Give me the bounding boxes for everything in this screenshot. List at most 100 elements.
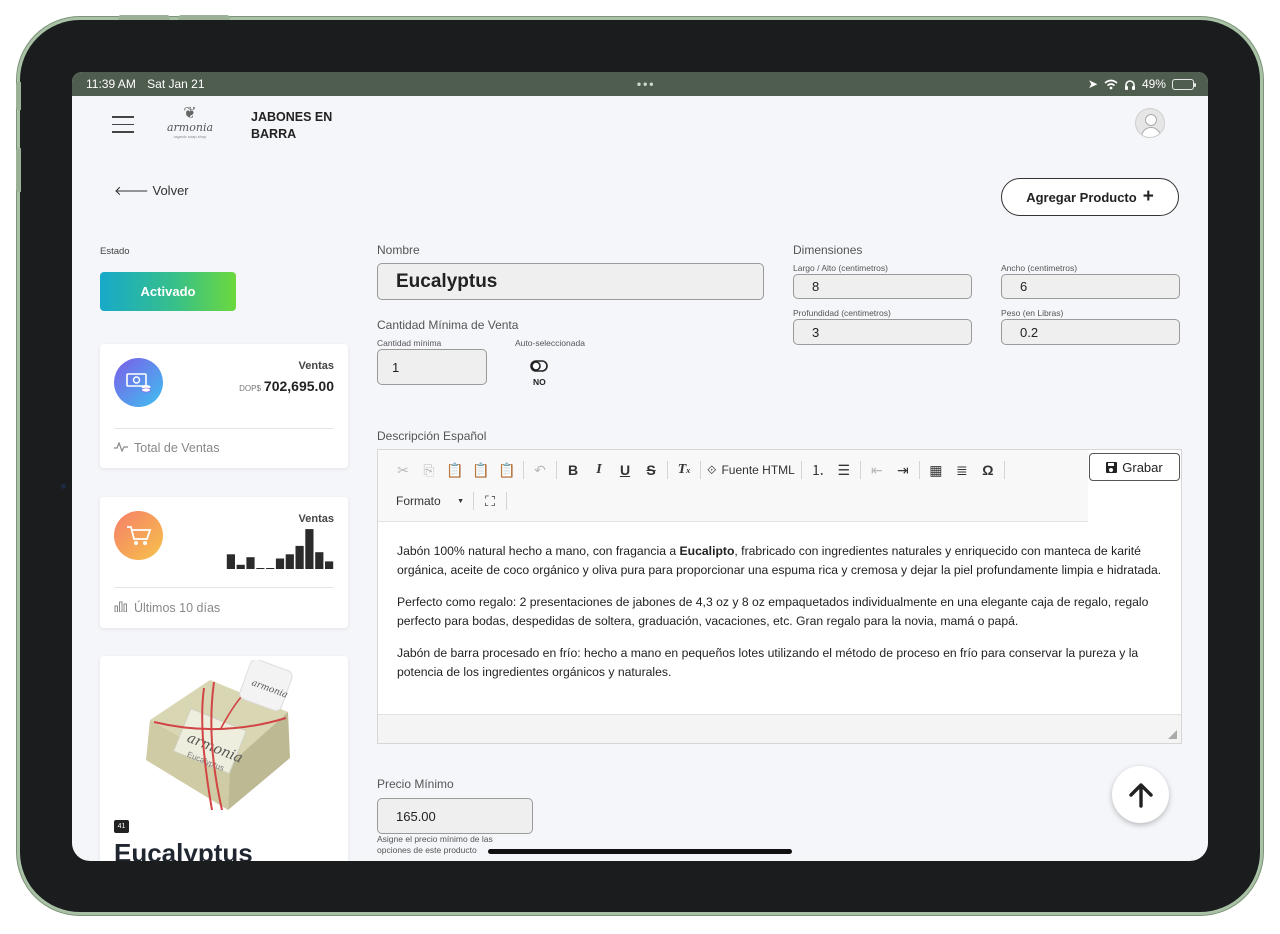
- sales-amount: DOP$ 702,695.00: [239, 378, 334, 394]
- numbered-list-icon[interactable]: ⒈: [805, 458, 831, 482]
- horizontal-line-icon[interactable]: ≣: [949, 458, 975, 482]
- nombre-label: Nombre: [377, 243, 420, 257]
- grabar-button[interactable]: Grabar: [1089, 453, 1180, 481]
- bulleted-list-icon[interactable]: ☰: [831, 458, 857, 482]
- nombre-input[interactable]: Eucalyptus: [377, 263, 764, 300]
- home-indicator[interactable]: [488, 849, 792, 854]
- resize-handle[interactable]: [1168, 730, 1177, 739]
- cantidad-min-input[interactable]: 1: [377, 349, 487, 385]
- dimensiones-label: Dimensiones: [793, 243, 863, 257]
- remove-format-icon[interactable]: Tx: [671, 458, 697, 482]
- multitasking-dots-icon[interactable]: •••: [637, 77, 656, 91]
- estado-label: Estado: [100, 246, 130, 257]
- bar-chart-icon: [114, 600, 128, 615]
- description-paragraph: Jabón 100% natural hecho a mano, con fra…: [397, 544, 1162, 578]
- sales-bar: [325, 561, 334, 569]
- cut-icon[interactable]: ✂: [390, 458, 416, 482]
- maximize-icon[interactable]: ⛶: [477, 489, 503, 513]
- undo-icon[interactable]: ↶: [527, 458, 553, 482]
- pulse-icon: [114, 441, 128, 455]
- leaf-icon: ❦: [183, 105, 197, 122]
- paste-word-icon[interactable]: 📋: [494, 458, 520, 482]
- status-date: Sat Jan 21: [147, 77, 205, 91]
- indent-icon[interactable]: ⇥: [890, 458, 916, 482]
- format-select[interactable]: Formato ▼: [390, 490, 470, 512]
- auto-value: NO: [533, 377, 546, 387]
- save-icon: [1106, 461, 1118, 473]
- sales-bar: [266, 568, 275, 569]
- description-paragraph: Perfecto como regalo: 2 presentaciones d…: [397, 594, 1149, 629]
- sales-bar: [246, 557, 255, 569]
- sales-bar: [226, 554, 235, 569]
- sales-label: Ventas: [298, 513, 334, 525]
- app-header: ❦ armonia organic soap shop JABONES EN B…: [72, 96, 1208, 156]
- descripcion-label: Descripción Español: [377, 429, 487, 443]
- copy-icon[interactable]: ⎘: [416, 458, 442, 482]
- toggle-icon[interactable]: [530, 359, 550, 373]
- product-image: armonia Eucalyptus armonia: [146, 660, 293, 810]
- product-card[interactable]: armonia Eucalyptus armonia 41 Eucalyptus: [100, 656, 348, 861]
- status-bar: 11:39 AM Sat Jan 21 ••• ➤ 49%: [72, 72, 1208, 96]
- scroll-top-button[interactable]: [1112, 766, 1169, 823]
- peso-label: Peso (en Libras): [1001, 308, 1064, 318]
- sales-total-footer: Total de Ventas: [134, 441, 220, 455]
- peso-input[interactable]: 0.2: [1001, 319, 1180, 345]
- avatar[interactable]: [1135, 108, 1165, 138]
- camera-dot: [61, 484, 66, 489]
- arrow-up-icon: [1128, 782, 1153, 808]
- screen: 11:39 AM Sat Jan 21 ••• ➤ 49% ❦ armonia …: [72, 72, 1208, 861]
- plus-icon: +: [1142, 186, 1154, 207]
- paste-icon[interactable]: 📋: [442, 458, 468, 482]
- battery-icon: [1171, 78, 1196, 90]
- hardware-button: [16, 82, 21, 110]
- sales-recent-footer: Últimos 10 días: [134, 600, 221, 615]
- sales-bar: [315, 552, 324, 569]
- precio-input[interactable]: 165.00: [377, 798, 533, 834]
- rich-text-editor[interactable]: ✂ ⎘ 📋 📋 📋 ↶ B I U S Tx ⟐ Fuente HTML ⒈ ☰…: [377, 449, 1182, 744]
- caret-down-icon: ▼: [457, 497, 464, 505]
- sales-label: Ventas: [298, 360, 334, 372]
- money-icon: [114, 358, 163, 407]
- strikethrough-icon[interactable]: S: [638, 458, 664, 482]
- arrow-left-icon: 🡐: [114, 183, 149, 198]
- editor-toolbar: ✂ ⎘ 📋 📋 📋 ↶ B I U S Tx ⟐ Fuente HTML ⒈ ☰…: [378, 450, 1088, 522]
- largo-label: Largo / Alto (centimetros): [793, 263, 888, 273]
- source-icon: ⟐: [707, 462, 717, 477]
- table-icon[interactable]: ▦: [923, 458, 949, 482]
- bold-icon[interactable]: B: [560, 458, 586, 482]
- sales-bar: [285, 554, 294, 569]
- battery-percent: 49%: [1141, 77, 1166, 91]
- page-title: JABONES EN BARRA: [251, 110, 333, 141]
- ancho-label: Ancho (centimetros): [1001, 263, 1078, 273]
- profundidad-input[interactable]: 3: [793, 319, 972, 345]
- editor-content[interactable]: Jabón 100% natural hecho a mano, con fra…: [397, 542, 1169, 694]
- profundidad-label: Profundidad (centimetros): [793, 308, 891, 318]
- description-paragraph: Jabón de barra procesado en frío: hecho …: [397, 645, 1139, 680]
- product-badge: 41: [114, 820, 129, 833]
- location-icon: ➤: [1087, 77, 1098, 91]
- wifi-icon: [1104, 79, 1118, 89]
- hardware-button: [178, 15, 230, 20]
- outdent-icon[interactable]: ⇤: [864, 458, 890, 482]
- source-html-button[interactable]: ⟐ Fuente HTML: [704, 458, 798, 482]
- add-product-button[interactable]: Agregar Producto +: [1001, 178, 1179, 216]
- italic-icon[interactable]: I: [586, 458, 612, 482]
- back-link[interactable]: 🡐 Volver: [114, 183, 189, 199]
- menu-icon[interactable]: [112, 116, 134, 134]
- sales-bar: [295, 545, 304, 569]
- ancho-input[interactable]: 6: [1001, 274, 1180, 299]
- sales-bar: [275, 558, 285, 569]
- precio-label: Precio Mínimo: [377, 777, 454, 791]
- activado-button[interactable]: Activado: [100, 272, 236, 311]
- largo-input[interactable]: 8: [793, 274, 972, 299]
- status-time: 11:39 AM: [86, 77, 136, 91]
- underline-icon[interactable]: U: [612, 458, 638, 482]
- paste-text-icon[interactable]: 📋: [468, 458, 494, 482]
- product-name: Eucalyptus: [114, 838, 253, 861]
- special-char-icon[interactable]: Ω: [975, 458, 1001, 482]
- hardware-button: [16, 148, 21, 192]
- cantidad-label: Cantidad Mínima de Venta: [377, 318, 519, 332]
- cart-icon: [114, 511, 163, 560]
- hardware-button: [118, 15, 170, 20]
- logo[interactable]: ❦ armonia organic soap shop: [165, 106, 215, 140]
